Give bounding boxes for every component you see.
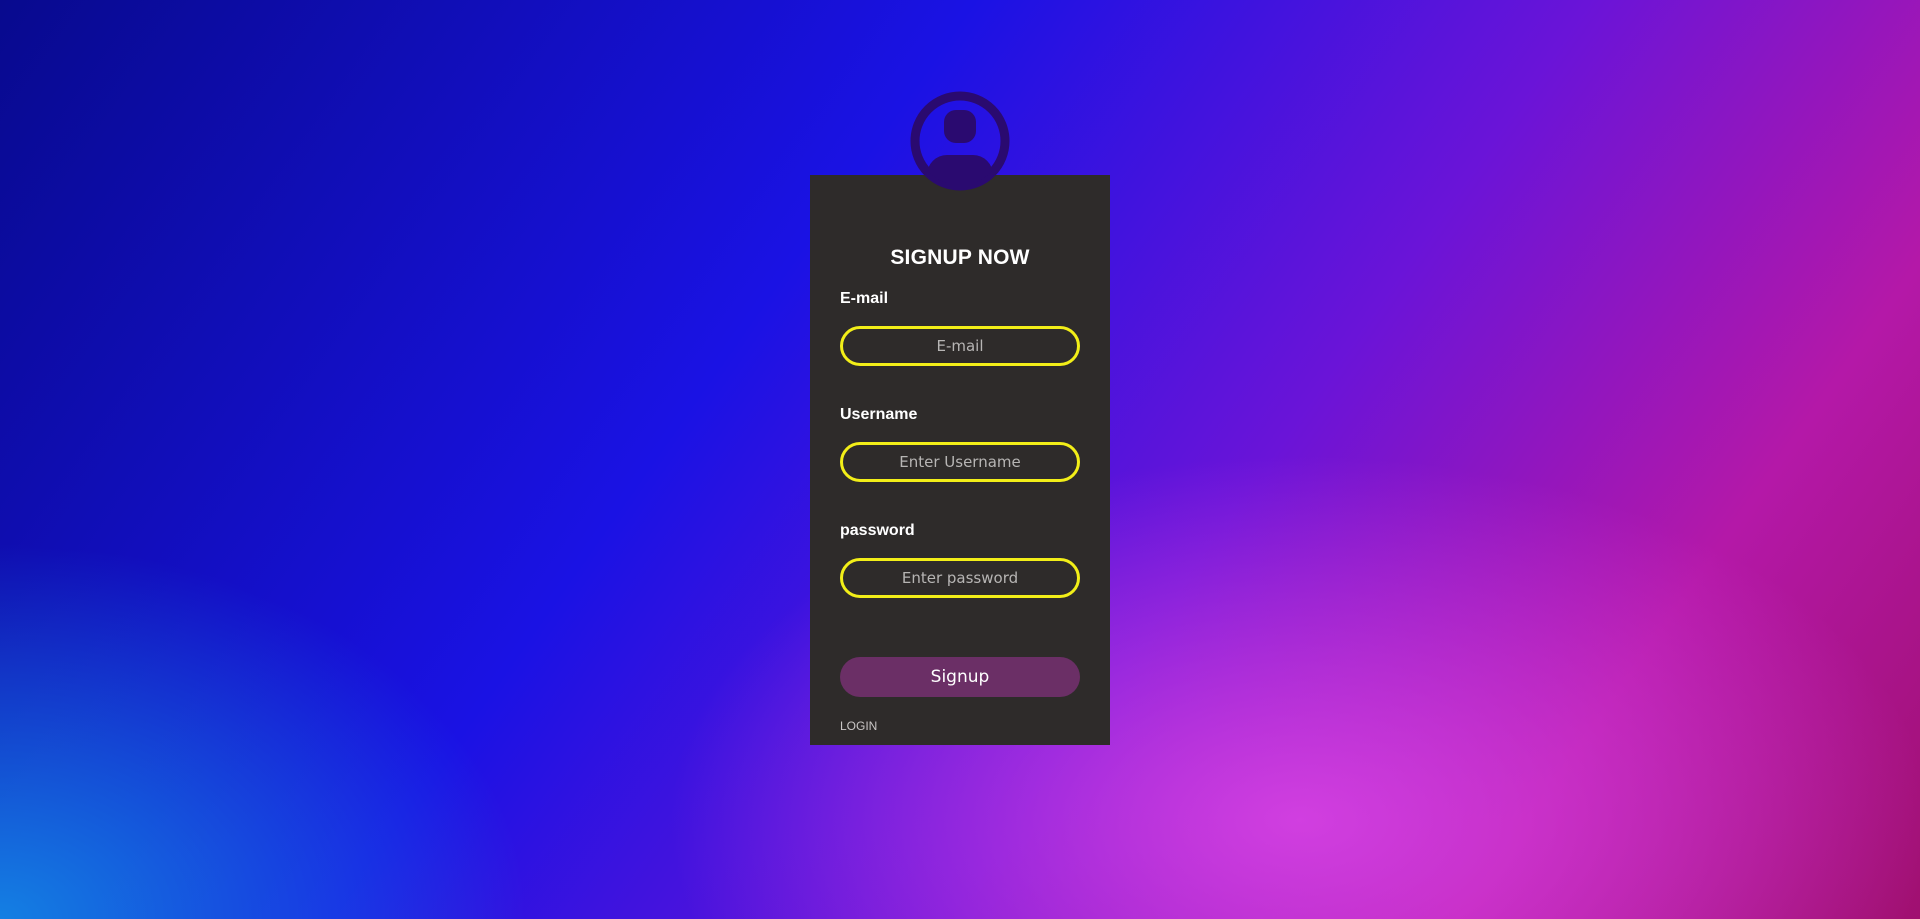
username-label: Username bbox=[840, 406, 918, 423]
signup-card: SIGNUP NOW E-mail Username password Sign… bbox=[810, 175, 1110, 745]
signup-button[interactable]: Signup bbox=[840, 657, 1080, 697]
page-title: SIGNUP NOW bbox=[890, 246, 1030, 269]
password-label: password bbox=[840, 522, 915, 539]
login-link[interactable]: LOGIN bbox=[840, 719, 877, 733]
email-field[interactable] bbox=[840, 326, 1080, 366]
password-field[interactable] bbox=[840, 558, 1080, 598]
user-avatar-icon bbox=[909, 90, 1011, 192]
email-label: E-mail bbox=[840, 290, 889, 307]
username-field[interactable] bbox=[840, 442, 1080, 482]
